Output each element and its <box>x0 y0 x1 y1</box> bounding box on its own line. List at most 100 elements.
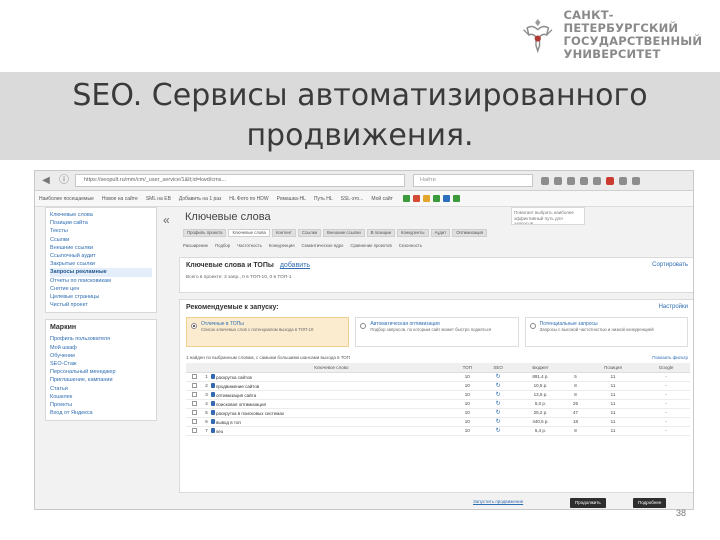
sidebar-item[interactable]: Проекты <box>50 401 152 409</box>
launch-promotion-link[interactable]: Запустить продвижение <box>473 499 523 504</box>
green-bookmark-icon[interactable] <box>402 195 410 202</box>
sidebar-item[interactable]: Целевые страницы <box>50 293 152 301</box>
star-icon[interactable] <box>541 176 549 185</box>
column-header[interactable]: ТОП <box>452 363 483 373</box>
row-checkbox[interactable] <box>191 409 197 415</box>
refresh-icon[interactable]: ↻ <box>496 374 501 380</box>
radio-button[interactable] <box>360 323 367 329</box>
green-bookmark-icon[interactable] <box>432 195 440 202</box>
continue-button[interactable]: Продолжить <box>570 498 606 508</box>
sub-tab[interactable]: Сезонность <box>399 243 422 251</box>
sidebar-item[interactable]: Мой шкаф <box>50 344 152 352</box>
sidebar-item[interactable]: Снятие цен <box>50 285 152 293</box>
row-checkbox[interactable] <box>191 400 197 406</box>
sidebar-item[interactable]: Персональный менеджер <box>50 368 152 376</box>
table-row[interactable]: 4 поисковая оптимизация 10 ↻ 5,0 р. 25 11 - <box>186 399 690 409</box>
add-keywords-link[interactable]: добавить <box>280 262 310 269</box>
column-header[interactable]: Google <box>642 363 690 373</box>
sidebar-item[interactable]: Ссылки <box>50 236 152 244</box>
refresh-icon[interactable]: ↻ <box>496 401 501 407</box>
sub-tab[interactable]: Сравнение проектов <box>350 243 391 251</box>
recommendation-card[interactable]: Отличные в ТОПы Список ключевых слов с п… <box>186 317 350 347</box>
radio-button[interactable] <box>191 323 197 329</box>
sidebar-item-active[interactable]: Запросы рекламные <box>50 268 152 277</box>
refresh-icon[interactable]: ↻ <box>496 392 501 398</box>
row-checkbox[interactable] <box>191 427 197 433</box>
bookmark-item[interactable]: Путь HL <box>310 196 337 202</box>
sidebar-item[interactable]: Внешние ссылки <box>50 244 152 252</box>
tab[interactable]: Аудит <box>430 229 451 237</box>
tab-active[interactable]: Ключевые слова <box>228 229 270 237</box>
bookmark-item[interactable]: SML на ЕВ <box>142 196 175 202</box>
column-header[interactable]: Бюджет <box>513 363 568 373</box>
column-header[interactable]: Ключевое слово <box>210 363 453 373</box>
back-icon[interactable]: ◀ <box>39 174 53 188</box>
bookmark-item[interactable]: Мой сайт <box>367 196 397 202</box>
tab[interactable]: Конкуренты <box>396 229 429 237</box>
table-row[interactable]: 5 раскрутка в поисковых системах 10 ↻ 25,2 … <box>186 408 690 418</box>
addon-icon[interactable] <box>606 176 614 185</box>
details-button[interactable]: Подробнее <box>633 498 667 508</box>
sub-tab[interactable]: Расширение <box>183 243 208 251</box>
sync-icon[interactable] <box>593 176 601 185</box>
back-arrow-icon[interactable]: « <box>163 213 170 227</box>
sidebar-item[interactable]: Ключевые слова <box>50 211 152 219</box>
bookmark-item[interactable]: SSL-это... <box>337 196 368 202</box>
column-header[interactable]: Позиция <box>583 363 643 373</box>
extension-icon[interactable] <box>619 176 627 185</box>
tab[interactable]: Контент <box>271 229 296 237</box>
sidebar-item[interactable]: Позиции сайта <box>50 219 152 227</box>
bookmark-item[interactable]: Ромашка-HL <box>273 196 310 202</box>
address-bar[interactable]: https://seopult.ru/mm/cm/_user_service/1… <box>75 174 405 187</box>
tab[interactable]: Оптимизация <box>452 229 488 237</box>
show-filter-link[interactable]: Показать фильтр <box>652 355 688 360</box>
table-row[interactable]: 6 вывод в топ 10 ↻ 440,5 р. 18 11 - <box>186 417 690 427</box>
sidebar-item[interactable]: Вход от Яндекса <box>50 409 152 417</box>
refresh-icon[interactable]: ↻ <box>496 428 501 434</box>
info-icon[interactable]: ⓘ <box>57 174 71 188</box>
sidebar-item[interactable]: SEO-Стаж <box>50 360 152 368</box>
sidebar-item[interactable]: Профиль пользователя <box>50 335 152 343</box>
sort-link[interactable]: Сортировать <box>652 262 688 268</box>
sidebar-item[interactable]: Закрытые ссылки <box>50 260 152 268</box>
blue-bookmark-icon[interactable] <box>442 195 450 202</box>
home-icon[interactable] <box>580 176 588 185</box>
tab[interactable]: Ссылки <box>297 229 321 237</box>
green-bookmark-icon[interactable] <box>452 195 460 202</box>
row-checkbox[interactable] <box>191 373 197 379</box>
row-checkbox[interactable] <box>191 391 197 397</box>
sidebar-item[interactable]: Чистый проект <box>50 301 152 309</box>
bookmark-item[interactable]: Наиболее посещаемые <box>35 196 98 202</box>
sidebar-item[interactable]: Обучение <box>50 352 152 360</box>
bookmark-item[interactable]: Добавить на 1 раз <box>175 196 225 202</box>
refresh-icon[interactable]: ↻ <box>496 419 501 425</box>
bookmarks-icon[interactable] <box>554 176 562 185</box>
settings-link[interactable]: Настройки <box>659 304 688 310</box>
refresh-icon[interactable]: ↻ <box>496 410 501 416</box>
sub-tab[interactable]: Семантическое ядро <box>302 243 344 251</box>
table-row[interactable]: 2 продвижение сайтов 10 ↻ 10,5 р. 8 11 - <box>186 381 690 391</box>
sub-tab[interactable]: Подбор <box>215 243 230 251</box>
sidebar-item[interactable]: Статьи <box>50 385 152 393</box>
tab[interactable]: Профиль проекта <box>183 229 227 237</box>
sidebar-item[interactable]: Кошелек <box>50 393 152 401</box>
red-bookmark-icon[interactable] <box>412 195 420 202</box>
sub-tab[interactable]: Конкуренция <box>269 243 295 251</box>
table-row[interactable]: 7 seo 10 ↻ 5,4 р. 8 11 - <box>186 426 690 436</box>
sidebar-item[interactable]: Отчеты по поисковикам <box>50 277 152 285</box>
tab[interactable]: Внешние ссылки <box>323 229 365 237</box>
sub-tab[interactable]: Частотность <box>237 243 262 251</box>
sidebar-item[interactable]: Тексты <box>50 227 152 235</box>
bookmark-item[interactable]: HL Фото по HDW <box>225 196 272 202</box>
table-row[interactable]: 3 оптимизация сайта 10 ↻ 13,5 р. 8 11 - <box>186 390 690 400</box>
sidebar-item[interactable]: Ссылочный аудит <box>50 252 152 260</box>
recommendation-card[interactable]: Автоматическая оптимизация Подбор запрос… <box>355 317 519 347</box>
sidebar-item[interactable]: Приглашение, кампании <box>50 376 152 384</box>
download-icon[interactable] <box>567 176 575 185</box>
radio-button[interactable] <box>529 323 536 329</box>
menu-icon[interactable] <box>632 176 640 185</box>
bookmark-item[interactable]: Новое на сайте <box>98 196 142 202</box>
row-checkbox[interactable] <box>191 418 197 424</box>
table-row[interactable]: 1 раскрутка сайтов 10 ↻ 891,4 р. 5 11 - <box>186 372 690 382</box>
tab[interactable]: В позиции <box>366 229 395 237</box>
